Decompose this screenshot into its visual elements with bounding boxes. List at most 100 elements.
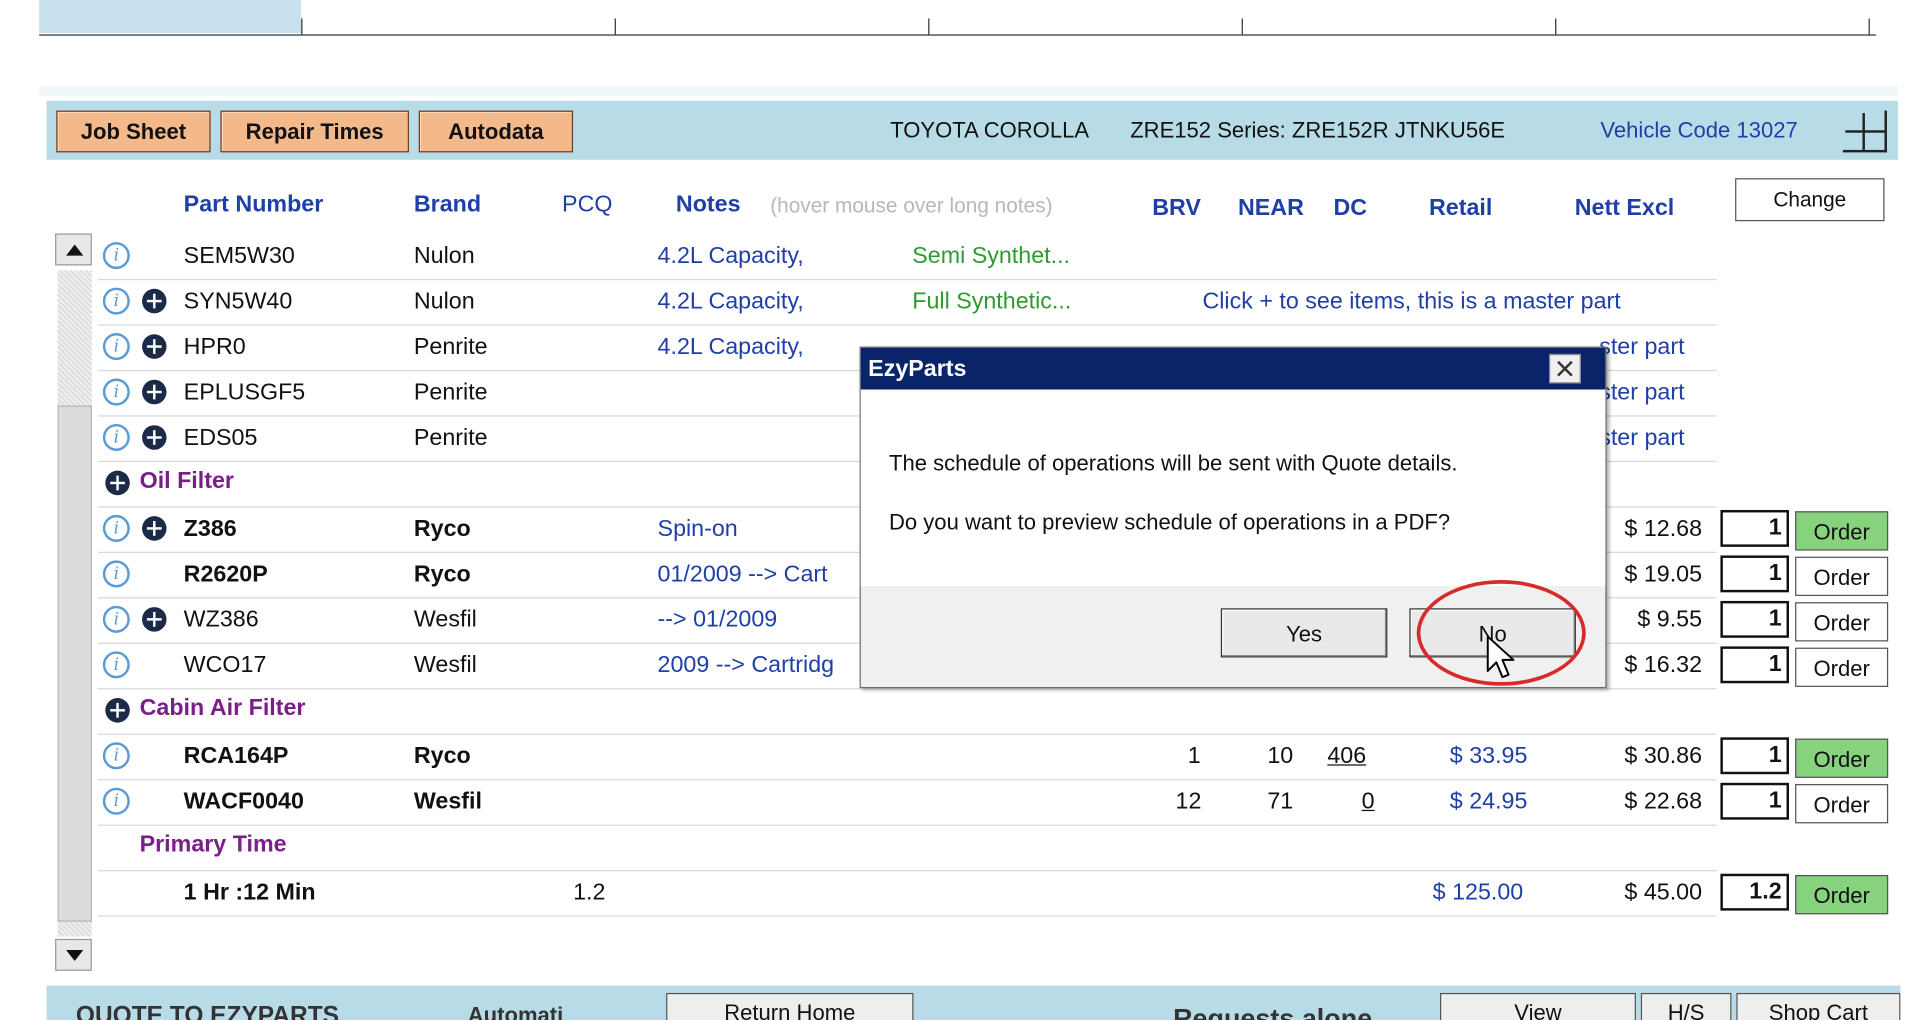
info-icon[interactable]: i: [102, 514, 130, 542]
quantity-field[interactable]: 1: [1720, 555, 1789, 593]
quantity-field[interactable]: 1: [1720, 782, 1789, 820]
note-detail: Semi Synthet...: [912, 243, 1071, 270]
order-button[interactable]: Order: [1795, 738, 1889, 778]
note: 2009 --> Cartridg: [657, 652, 835, 679]
mouse-pointer-icon: [1486, 635, 1515, 679]
dialog-body: The schedule of operations will be sent …: [860, 389, 1606, 587]
order-button[interactable]: Order: [1795, 874, 1889, 915]
quantity-field[interactable]: 1: [1720, 737, 1789, 775]
quantity-field[interactable]: 1: [1720, 509, 1789, 547]
note: 4.2L Capacity,: [657, 288, 804, 315]
master-part-hint: ster part: [1599, 379, 1685, 406]
col-part-number: Part Number: [183, 191, 324, 218]
scroll-down-button[interactable]: [55, 938, 92, 971]
automatic-checkbox-label[interactable]: Automati: [468, 1003, 564, 1020]
requests-label: Requests alone: [1173, 1002, 1373, 1020]
order-button[interactable]: Order: [1795, 784, 1889, 824]
info-icon[interactable]: i: [102, 605, 130, 633]
labour-time: 1 Hr :12 Min: [183, 879, 316, 906]
info-icon[interactable]: i: [102, 242, 130, 270]
expand-plus-icon[interactable]: [142, 516, 167, 541]
col-near: NEAR: [1237, 195, 1304, 222]
add-vehicle-button[interactable]: [1840, 108, 1887, 153]
info-icon[interactable]: i: [102, 651, 130, 679]
info-icon[interactable]: i: [102, 742, 130, 770]
separator-band: [39, 86, 1898, 96]
part-number: WACF0040: [183, 788, 304, 815]
expand-plus-icon[interactable]: [142, 379, 167, 405]
order-button[interactable]: Order: [1795, 602, 1889, 642]
hs-button[interactable]: H/S: [1640, 992, 1732, 1020]
table-row[interactable]: 1 Hr :12 Min 1.2 $ 125.00 $ 45.00 1.2 Or…: [97, 870, 1889, 917]
info-icon[interactable]: i: [102, 423, 130, 452]
yes-button[interactable]: Yes: [1220, 608, 1388, 658]
table-row[interactable]: i SYN5W40 Nulon 4.2L Capacity, Full Synt…: [97, 279, 1717, 326]
shop-cart-button[interactable]: Shop Cart: [1736, 992, 1901, 1020]
info-icon[interactable]: i: [102, 287, 130, 315]
job-sheet-button[interactable]: Job Sheet: [56, 110, 211, 153]
note: 4.2L Capacity,: [657, 334, 804, 361]
view-button[interactable]: View: [1440, 992, 1636, 1020]
brv-stock: 12: [1175, 788, 1202, 815]
near-stock: 71: [1267, 788, 1294, 815]
order-button[interactable]: Order: [1795, 511, 1889, 551]
info-icon[interactable]: i: [102, 560, 130, 588]
part-number: WCO17: [183, 652, 267, 679]
brand: Penrite: [413, 425, 488, 452]
expand-plus-icon[interactable]: [105, 698, 130, 723]
repair-times-button[interactable]: Repair Times: [220, 110, 409, 153]
top-strip-divider: [1555, 18, 1557, 35]
info-icon[interactable]: i: [102, 378, 130, 406]
brand: Ryco: [413, 516, 471, 542]
category-row[interactable]: Cabin Air Filter: [97, 688, 1717, 735]
table-row[interactable]: i RCA164P Ryco 1 10 406 $ 33.95 $ 30.86 …: [97, 734, 1889, 781]
nett-price: $ 19.05: [1624, 561, 1703, 588]
master-part-hint: ster part: [1599, 334, 1685, 361]
note: 4.2L Capacity,: [657, 243, 804, 270]
quantity-field[interactable]: 1: [1720, 600, 1789, 638]
close-icon[interactable]: [1548, 353, 1581, 384]
expand-plus-icon[interactable]: [105, 470, 130, 496]
table-row[interactable]: i WACF0040 Wesfil 12 71 0 $ 24.95 $ 22.6…: [97, 779, 1889, 826]
info-icon[interactable]: i: [102, 333, 130, 361]
brand: Penrite: [413, 379, 488, 406]
scroll-up-button[interactable]: [55, 233, 92, 266]
expand-plus-icon[interactable]: [142, 334, 167, 359]
autodata-button[interactable]: Autodata: [418, 110, 574, 153]
brand: Wesfil: [413, 788, 482, 815]
bottom-action-bar: QUOTE TO EZYPARTS Automati Return Home R…: [46, 985, 1901, 1020]
order-button[interactable]: Order: [1795, 556, 1889, 597]
top-table-strip: [39, 0, 1876, 36]
quantity-field[interactable]: 1: [1720, 646, 1789, 684]
dialog-title-bar[interactable]: EzyParts: [860, 347, 1606, 390]
retail-price: $ 33.95: [1449, 743, 1528, 770]
brand: Nulon: [413, 243, 475, 270]
dc-stock-link[interactable]: 0: [1362, 789, 1375, 816]
scrollbar-thumb[interactable]: [57, 405, 92, 922]
pcq-value: 1.2: [573, 879, 606, 906]
return-home-button[interactable]: Return Home: [666, 992, 914, 1020]
info-icon[interactable]: i: [102, 787, 130, 815]
order-button[interactable]: Order: [1795, 647, 1889, 687]
dialog-title: EzyParts: [868, 356, 967, 383]
brand: Penrite: [413, 334, 488, 361]
vehicle-code: Vehicle Code 13027: [1600, 117, 1798, 143]
arrow-down-icon: [66, 949, 84, 961]
quantity-field[interactable]: 1.2: [1720, 873, 1789, 911]
change-button[interactable]: Change: [1735, 178, 1885, 222]
notes-hint: (hover mouse over long notes): [770, 194, 1053, 218]
part-number: R2620P: [183, 561, 268, 588]
vehicle-series: ZRE152 Series: ZRE152R JTNKU56E: [1130, 117, 1506, 143]
col-notes: Notes: [675, 191, 741, 218]
dc-stock-link[interactable]: 406: [1327, 743, 1366, 770]
expand-plus-icon[interactable]: [142, 425, 167, 450]
part-number: RCA164P: [183, 743, 289, 770]
part-number: HPR0: [183, 334, 246, 361]
expand-plus-icon[interactable]: [142, 288, 167, 314]
dialog-message-line1: The schedule of operations will be sent …: [888, 451, 1458, 476]
table-row[interactable]: i SEM5W30 Nulon 4.2L Capacity, Semi Synt…: [97, 233, 1717, 281]
brand: Wesfil: [413, 652, 477, 679]
near-stock: 10: [1267, 743, 1294, 770]
arrow-up-icon: [66, 244, 84, 256]
expand-plus-icon[interactable]: [142, 607, 167, 632]
